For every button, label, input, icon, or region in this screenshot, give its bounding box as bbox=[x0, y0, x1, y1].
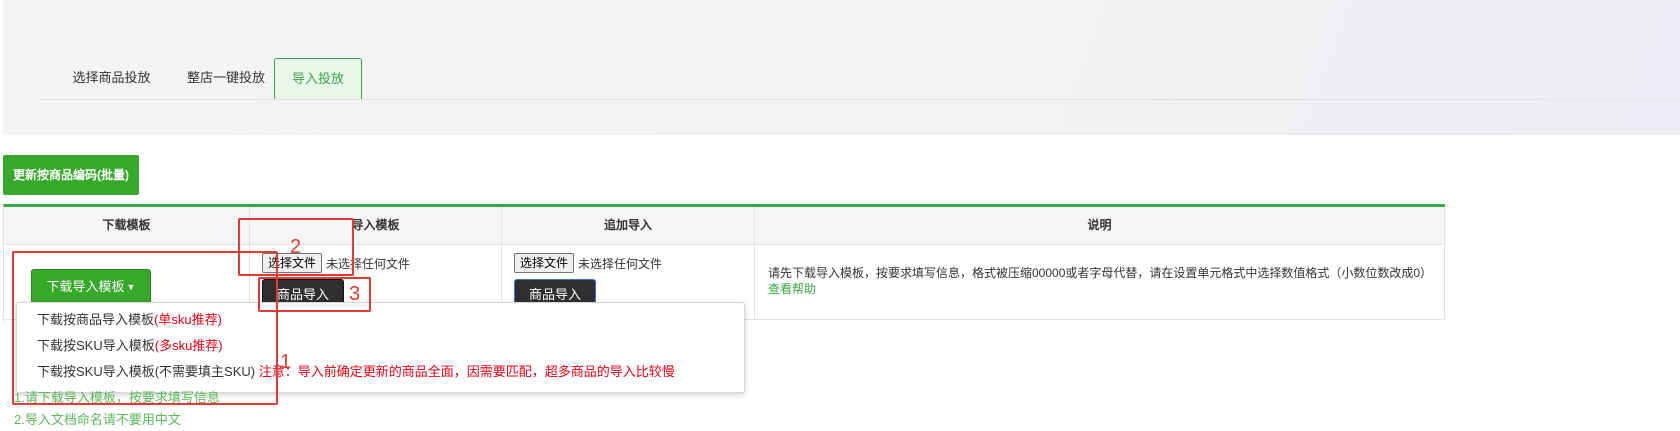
view-help-link[interactable]: 查看帮助 bbox=[768, 281, 1432, 297]
description-text: 请先下载导入模板，按要求填写信息，格式被压缩00000或者字母代替，请在设置单元… bbox=[768, 265, 1432, 297]
tab-bar: 选择商品投放 整店一键投放 导入投放 bbox=[38, 58, 1680, 100]
tab-whole-store[interactable]: 整店一键投放 bbox=[169, 58, 283, 98]
cell-description: 请先下载导入模板，按要求填写信息，格式被压缩00000或者字母代替，请在设置单元… bbox=[755, 245, 1445, 320]
append-choose-file-button[interactable]: 选择文件 bbox=[514, 253, 575, 273]
dropdown-item-warning: 注意：导入前确定更新的商品全面，因需要匹配，超多商品的导入比较慢 bbox=[258, 364, 675, 379]
header-download-template: 下载模板 bbox=[4, 207, 250, 245]
update-by-product-code-button[interactable]: 更新按商品编码(批量) bbox=[3, 155, 139, 195]
header-append-import: 追加导入 bbox=[502, 207, 755, 245]
description-body: 请先下载导入模板，按要求填写信息，格式被压缩00000或者字母代替，请在设置单元… bbox=[768, 266, 1433, 280]
tab-import-placement[interactable]: 导入投放 bbox=[274, 58, 362, 99]
annotation-number-1: 1 bbox=[280, 351, 292, 373]
annotation-number-3: 3 bbox=[349, 283, 361, 305]
tab-select-products[interactable]: 选择商品投放 bbox=[54, 58, 169, 98]
append-file-status-text: 未选择任何文件 bbox=[578, 256, 663, 271]
note-line-2: 2.导入文档命名请不要用中文 bbox=[14, 412, 181, 427]
header-description: 说明 bbox=[755, 207, 1445, 245]
append-file-chooser-row: 选择文件 未选择任何文件 bbox=[514, 253, 662, 273]
annotation-number-2: 2 bbox=[290, 236, 302, 258]
